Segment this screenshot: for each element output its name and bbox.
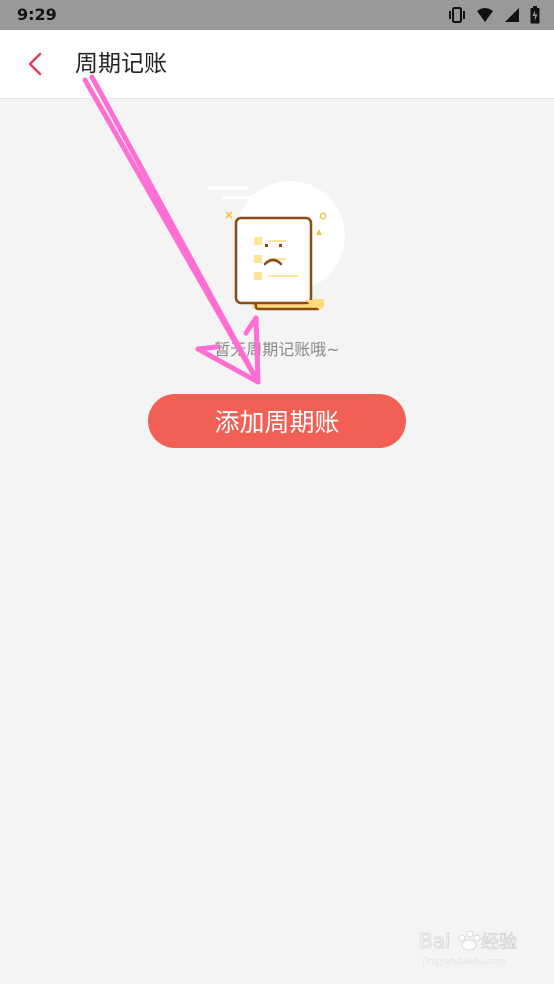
battery-icon	[530, 6, 540, 24]
status-bar: 9:29	[0, 0, 554, 30]
baidu-paw-logo: Bai 经验 jingyan.baidu.com	[419, 929, 518, 968]
page-title: 周期记账	[75, 51, 167, 77]
empty-state-illustration	[200, 178, 350, 318]
svg-text:jingyan.baidu.com: jingyan.baidu.com	[422, 957, 506, 967]
baidu-jingyan-watermark: Bai 经验 jingyan.baidu.com	[419, 914, 524, 970]
back-arrow-icon	[28, 52, 42, 76]
empty-state-message: 暂无周期记账哦~	[214, 340, 340, 359]
back-button[interactable]	[18, 47, 52, 81]
annotation-arrow-icon	[82, 74, 261, 385]
empty-bill-icon	[208, 181, 345, 311]
status-time: 9:29	[17, 5, 57, 24]
vibrate-icon	[449, 7, 465, 23]
wifi-icon	[477, 8, 493, 22]
status-icons	[448, 6, 540, 24]
signal-icon	[505, 8, 519, 22]
svg-text:经验: 经验	[481, 932, 517, 953]
svg-text:Bai: Bai	[419, 929, 451, 953]
add-recurring-bill-button[interactable]: 添加周期账	[148, 394, 406, 448]
top-app-bar: 周期记账	[0, 30, 554, 99]
